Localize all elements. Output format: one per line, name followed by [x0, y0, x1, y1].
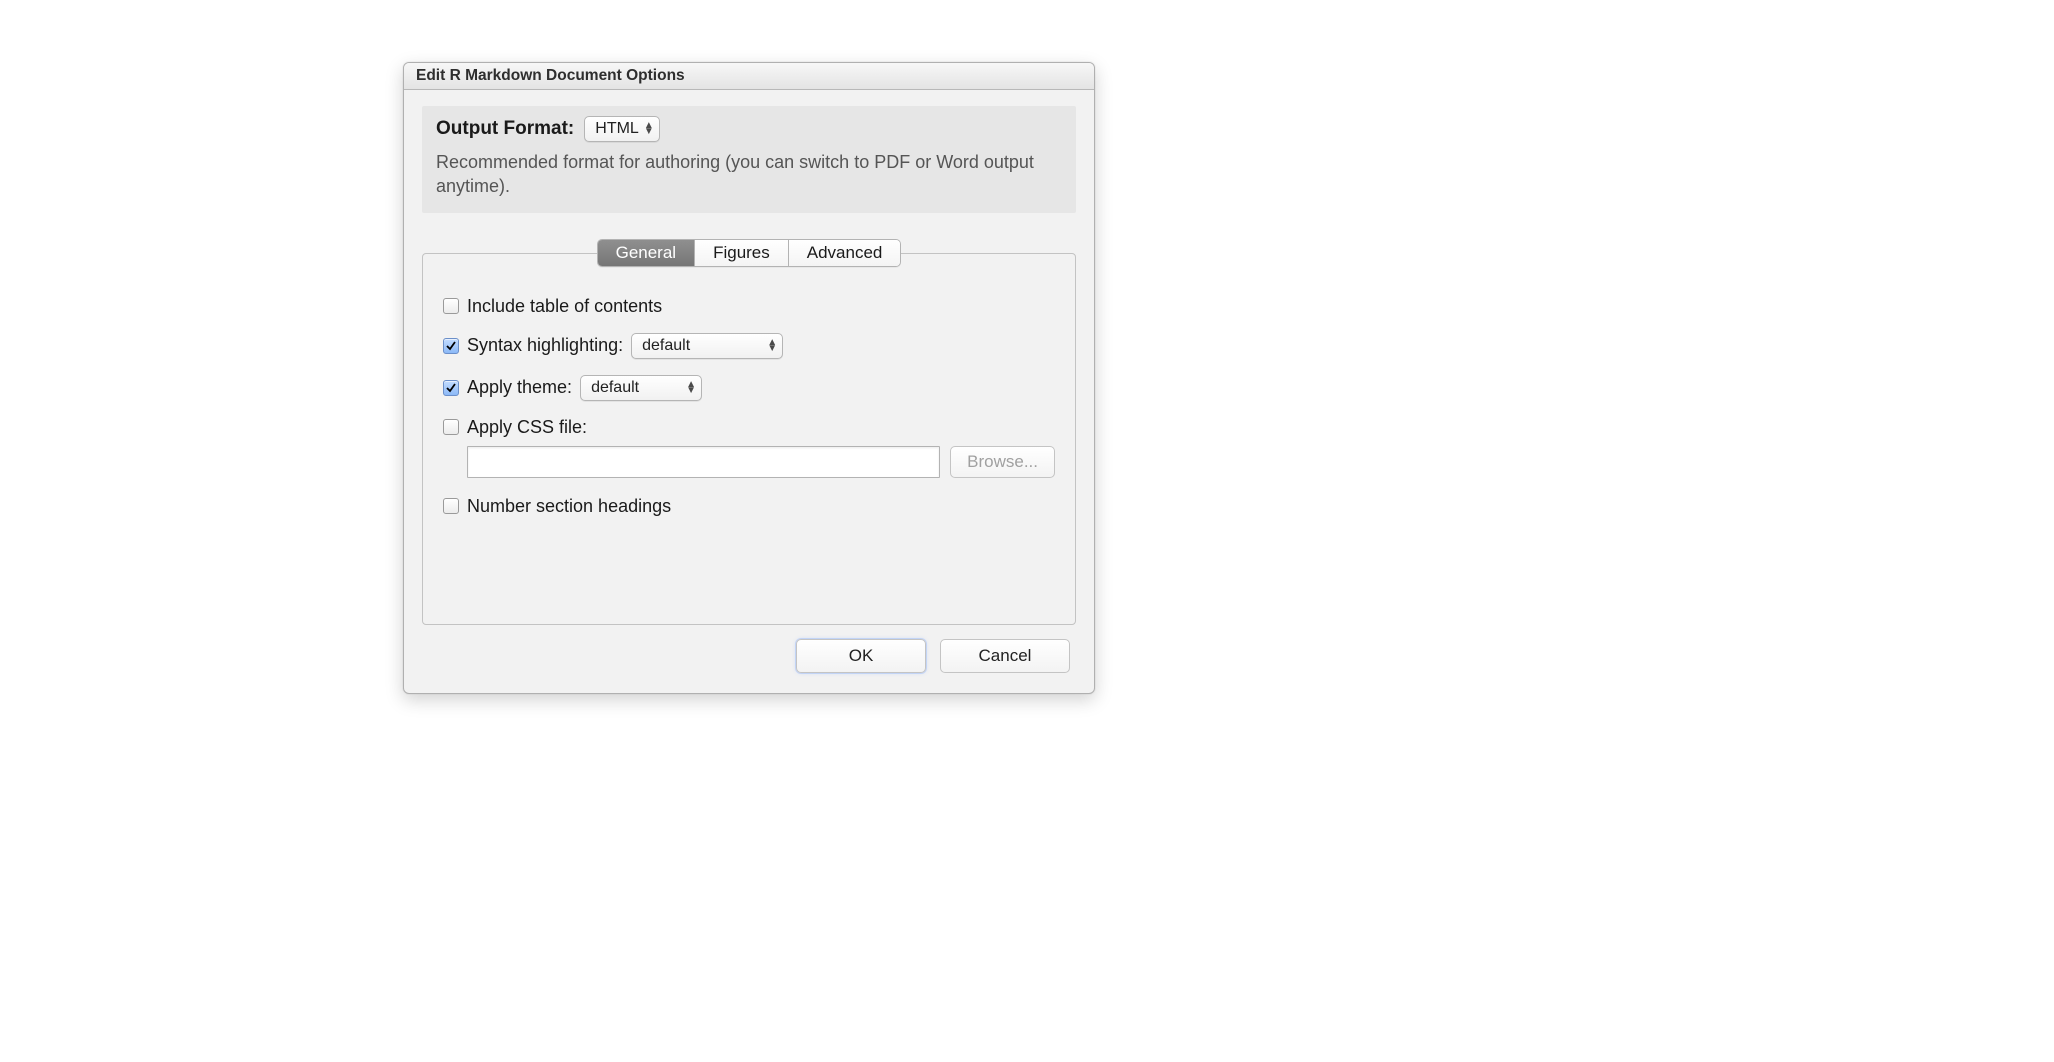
apply-theme-checkbox[interactable] [443, 380, 459, 396]
number-headings-checkbox[interactable] [443, 498, 459, 514]
dialog-content: Output Format: HTML ▲▼ Recommended forma… [404, 90, 1094, 693]
include-toc-checkbox[interactable] [443, 298, 459, 314]
output-format-value: HTML [595, 120, 639, 138]
dialog-footer: OK Cancel [422, 625, 1076, 683]
apply-theme-label: Apply theme: [467, 377, 572, 398]
tab-general[interactable]: General [598, 240, 695, 266]
general-panel: Include table of contents Syntax highlig… [422, 253, 1076, 625]
apply-css-checkbox[interactable] [443, 419, 459, 435]
number-headings-label: Number section headings [467, 496, 671, 517]
output-format-description: Recommended format for authoring (you ca… [436, 150, 1062, 199]
tab-figures[interactable]: Figures [695, 240, 789, 266]
output-format-select[interactable]: HTML ▲▼ [584, 116, 660, 142]
select-arrows-icon: ▲▼ [686, 382, 696, 394]
apply-css-label: Apply CSS file: [467, 417, 587, 438]
include-toc-label: Include table of contents [467, 296, 662, 317]
syntax-highlighting-select[interactable]: default ▲▼ [631, 333, 783, 359]
dialog-title: Edit R Markdown Document Options [404, 63, 1094, 90]
apply-theme-select[interactable]: default ▲▼ [580, 375, 702, 401]
select-arrows-icon: ▲▼ [767, 340, 777, 352]
output-format-label: Output Format: [436, 118, 574, 140]
output-format-panel: Output Format: HTML ▲▼ Recommended forma… [422, 106, 1076, 213]
ok-button[interactable]: OK [796, 639, 926, 673]
apply-theme-value: default [591, 379, 639, 397]
syntax-highlighting-checkbox[interactable] [443, 338, 459, 354]
cancel-button[interactable]: Cancel [940, 639, 1070, 673]
tab-advanced[interactable]: Advanced [789, 240, 901, 266]
syntax-highlighting-value: default [642, 337, 690, 355]
tabs-container: General Figures Advanced [422, 239, 1076, 267]
syntax-highlighting-label: Syntax highlighting: [467, 335, 623, 356]
css-file-input[interactable] [467, 446, 940, 478]
browse-button[interactable]: Browse... [950, 446, 1055, 478]
select-arrows-icon: ▲▼ [644, 123, 654, 135]
options-dialog: Edit R Markdown Document Options Output … [403, 62, 1095, 694]
